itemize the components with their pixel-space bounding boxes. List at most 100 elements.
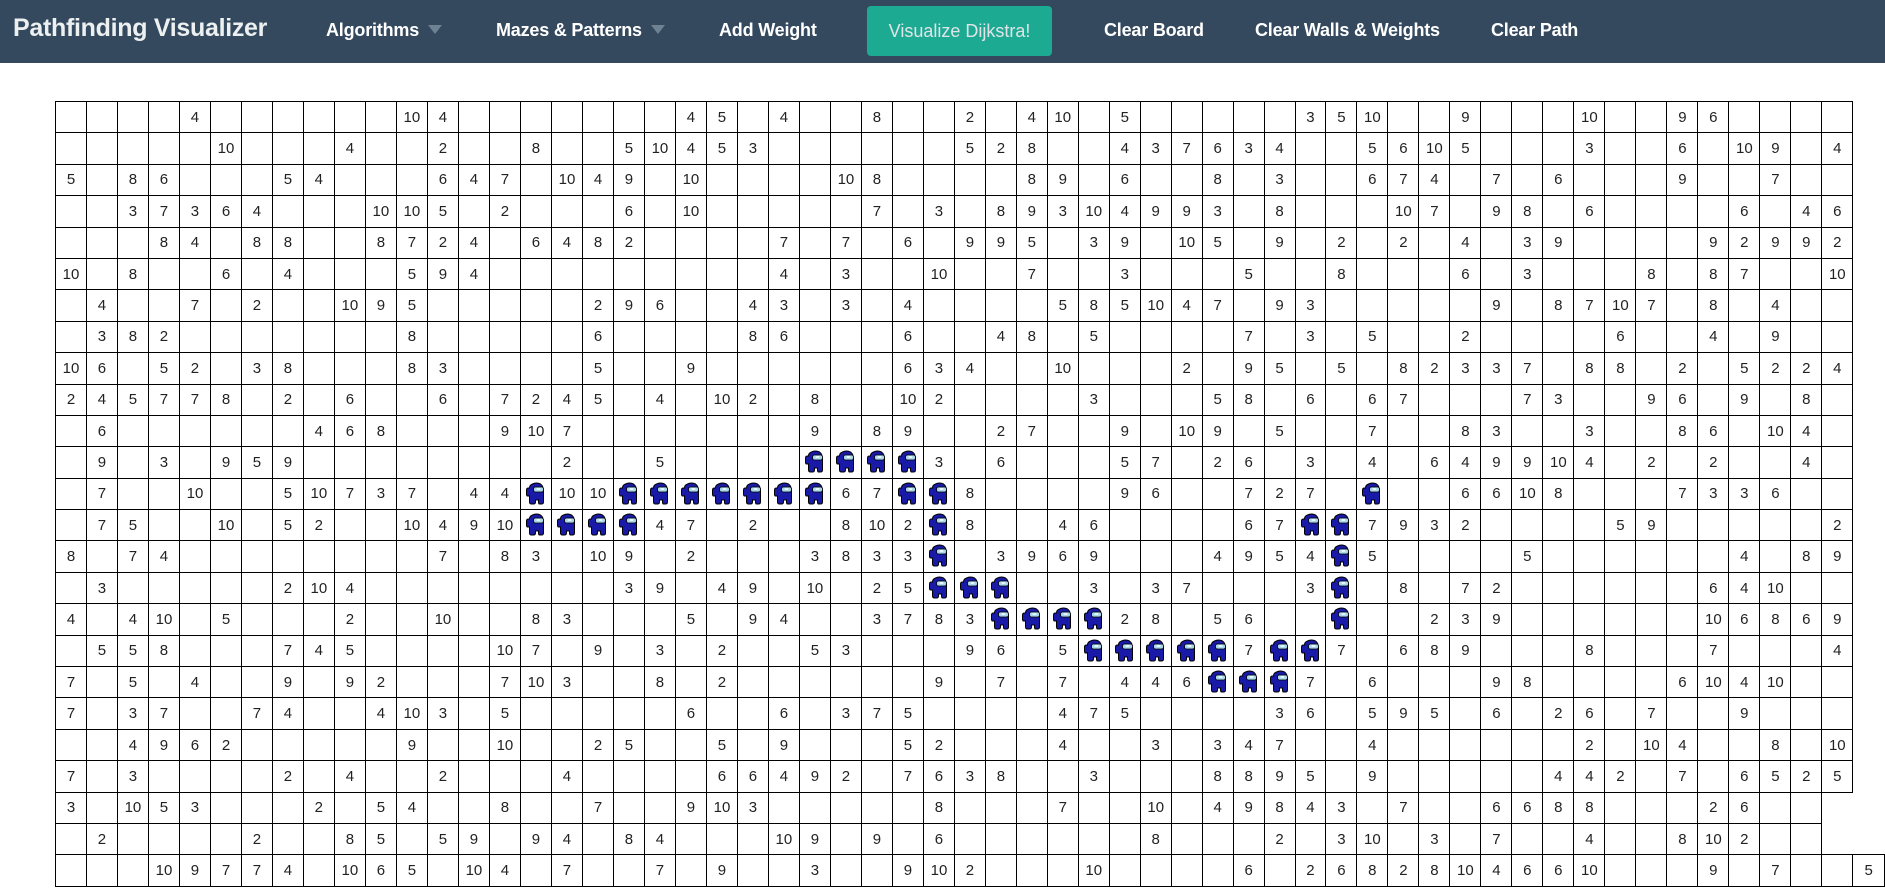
grid-node[interactable]: 2 [1387,854,1420,887]
grid-node[interactable]: 5 [1511,540,1544,573]
grid-node[interactable] [1356,791,1389,824]
grid-node[interactable] [1728,854,1761,887]
grid-node[interactable] [1790,477,1823,511]
grid-node-visited[interactable]: 3 [736,791,769,824]
grid-node-visited[interactable] [984,697,1017,730]
grid-node-visited[interactable]: 8 [953,509,986,542]
grid-node-visited[interactable] [674,289,707,322]
grid-node-visited[interactable] [209,477,243,511]
grid-node[interactable] [1511,163,1544,197]
grid-node-visited[interactable] [1325,289,1358,322]
grid-node[interactable]: 5 [1728,352,1761,385]
grid-node-visited[interactable] [613,603,645,636]
grid-node-visited[interactable] [1356,257,1389,291]
grid-node[interactable]: 7 [1666,477,1699,511]
grid-node[interactable]: 8 [1790,383,1823,416]
grid-node-visited[interactable]: 8 [922,603,955,636]
grid-node-visited[interactable] [178,634,211,668]
grid-node-visited[interactable] [705,289,738,322]
grid-node-visited[interactable] [1294,414,1327,448]
grid-node[interactable]: 8 [1387,352,1420,385]
grid-node-visited[interactable] [209,791,243,824]
grid-node-visited[interactable] [550,195,583,228]
grid-node-visited[interactable] [1170,257,1203,291]
grid-node[interactable]: 6 [1604,320,1637,354]
grid-node-visited[interactable]: 10 [1046,100,1079,134]
grid-node-visited[interactable] [1015,666,1048,699]
grid-node-visited[interactable]: 5 [1263,540,1296,573]
grid-node[interactable] [1666,509,1699,542]
grid-node-visited[interactable] [1232,822,1265,856]
grid-node-visited[interactable]: 10 [643,132,676,165]
grid-node-visited[interactable] [178,446,211,479]
grid-node-visited[interactable] [116,571,149,605]
grid-node[interactable] [1604,226,1637,259]
grid-node-visited[interactable]: 4 [488,854,521,887]
grid-node-visited[interactable]: 4 [550,226,583,259]
grid-node-visited[interactable]: 7 [581,791,615,824]
grid-node[interactable]: 9 [1480,195,1513,228]
grid-node-visited[interactable] [147,414,180,448]
grid-node[interactable]: 3 [1418,509,1451,542]
grid-node[interactable]: 8 [1387,571,1420,605]
grid-node-visited[interactable] [1077,477,1110,511]
grid-node-visited[interactable]: 7 [333,477,366,511]
grid-node-visited[interactable] [457,760,490,793]
grid-node-visited[interactable]: 9 [922,666,955,699]
grid-node-visited[interactable]: 3 [1077,571,1110,605]
grid-node-visited[interactable]: 3 [1294,100,1327,134]
grid-node-visited[interactable]: 10 [147,854,180,887]
grid-node-visited[interactable]: 10 [54,257,88,291]
grid-node-visited[interactable] [1015,854,1048,887]
grid-node[interactable] [1542,634,1575,668]
grid-node-visited[interactable]: 9 [984,226,1017,259]
grid-node[interactable] [1728,509,1761,542]
grid-node-visited[interactable] [209,760,243,793]
grid-node-visited[interactable]: 2 [333,603,366,636]
grid-node-visited[interactable] [1077,132,1110,165]
grid-node-visited[interactable]: 8 [643,666,676,699]
grid-node-visited[interactable]: 2 [613,226,645,259]
grid-node[interactable]: 10 [1356,822,1389,856]
grid-node-visited[interactable]: 3 [643,634,676,668]
grid-node[interactable]: 3 [1449,352,1482,385]
grid-node-visited[interactable] [364,446,397,479]
grid-node[interactable]: 6 [1542,854,1575,887]
grid-node-visited[interactable]: 5 [116,509,149,542]
grid-node-visited[interactable]: 4 [457,163,490,197]
grid-node[interactable]: 6 [1697,571,1730,605]
grid-node-visited[interactable] [1294,603,1327,636]
grid-node-visited[interactable] [54,195,88,228]
grid-node[interactable]: 8 [1790,540,1823,573]
grid-node-visited[interactable] [1170,477,1203,511]
grid-node[interactable] [1666,446,1699,479]
grid-node-visited[interactable] [829,666,862,699]
grid-node-visited[interactable] [178,571,211,605]
grid-node-visited[interactable] [1139,257,1172,291]
grid-node[interactable]: 9 [1821,540,1854,573]
grid-node-visited[interactable] [705,509,738,542]
grid-node-visited[interactable]: 8 [488,791,521,824]
grid-node[interactable]: 3 [1697,477,1730,511]
grid-node[interactable]: 6 [1449,477,1482,511]
grid-node-visited[interactable]: 9 [457,822,490,856]
grid-node[interactable]: 9 [1480,666,1513,699]
grid-node[interactable]: 6 [1697,100,1730,134]
grid-node-visited[interactable]: 4 [457,257,490,291]
grid-node-visited[interactable] [613,100,645,134]
grid-node-visited[interactable] [86,132,118,165]
grid-node-visited[interactable] [1356,571,1389,605]
grid-node-visited[interactable] [674,446,707,479]
grid-node[interactable] [1511,760,1544,793]
grid-node-visited[interactable] [1015,289,1048,322]
grid-node-visited[interactable] [581,571,615,605]
grid-node[interactable]: 4 [1790,446,1823,479]
grid-node[interactable] [1697,195,1730,228]
grid-node-visited[interactable]: 2 [736,383,769,416]
grid-node-visited[interactable]: 3 [829,697,862,730]
grid-node-visited[interactable]: 7 [116,540,149,573]
grid-node[interactable]: 10 [1697,822,1730,856]
grid-node-visited[interactable] [1263,603,1296,636]
grid-node-visited[interactable] [860,320,893,354]
grid-node-visited[interactable] [1201,509,1234,542]
